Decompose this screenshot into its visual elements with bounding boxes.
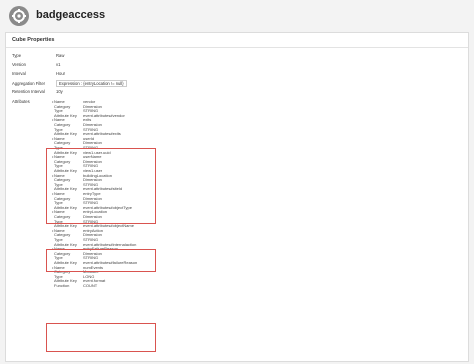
property-retention-interval: Retention Interval 10y — [12, 89, 63, 94]
panel-title: Cube Properties — [12, 37, 55, 43]
divider — [6, 47, 468, 48]
property-version: Version v1 — [12, 62, 61, 67]
highlight-box — [46, 323, 156, 352]
gear-icon — [9, 6, 29, 26]
expression-field: Expression : {entryLocation != null} — [56, 80, 127, 87]
attribute-field-value: COUNT — [83, 283, 98, 288]
cube-properties-panel: Cube Properties Type Raw Version v1 Interv… — [5, 32, 469, 362]
attribute-function-row: Function COUNT — [52, 283, 98, 289]
property-type: Type Raw — [12, 53, 65, 58]
highlight-box — [46, 148, 156, 224]
property-aggregation-filter: Aggregation Filter Expression : {entryLoc… — [12, 80, 127, 87]
attribute-field-label: Function — [54, 283, 70, 288]
attributes-label: Attributes — [12, 99, 30, 104]
property-interval: Interval Hour — [12, 71, 66, 76]
app-header: badgeaccess — [0, 0, 474, 32]
app-title: badgeaccess — [36, 9, 106, 21]
highlight-box — [46, 249, 156, 272]
